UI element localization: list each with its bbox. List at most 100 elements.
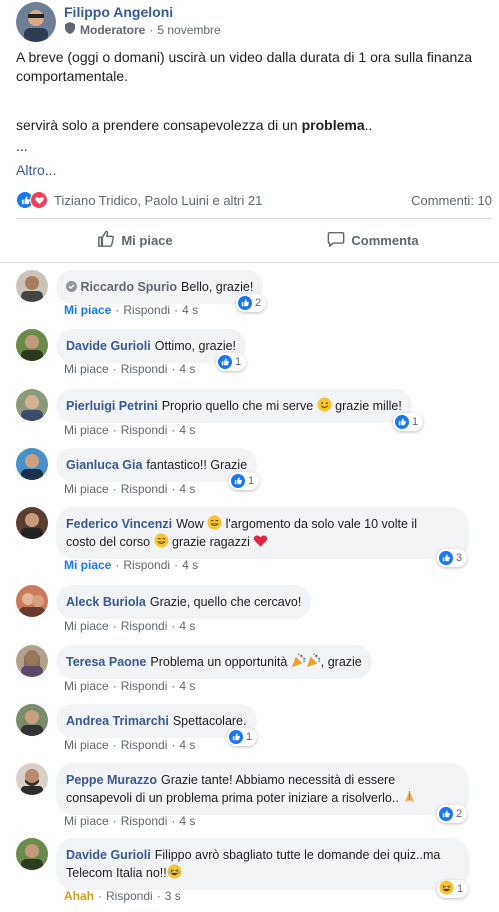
comments-count[interactable]: Commenti: 10 (411, 193, 492, 208)
comment-reply-link[interactable]: Rispondi (121, 362, 168, 376)
comment-reply-link[interactable]: Rispondi (121, 619, 168, 633)
dot-separator: · (174, 558, 179, 572)
comment-text: Grazie, quello che cercavo! (149, 595, 302, 609)
comment-reply-link[interactable]: Rispondi (123, 558, 170, 572)
comment-text: Proprio quello che mi serve (161, 399, 314, 413)
comment-like-link[interactable]: Mi piace (64, 679, 109, 693)
comment-reactions[interactable]: 1 (393, 413, 424, 431)
love-reaction-icon[interactable] (30, 191, 48, 209)
dot-separator: · (112, 362, 117, 376)
comment-actions: Mi piace · Rispondi · 4 s (64, 303, 198, 317)
comment-reactions[interactable]: 2 (236, 294, 267, 312)
comment-reply-link[interactable]: Rispondi (121, 423, 168, 437)
comment-reply-link[interactable]: Rispondi (121, 679, 168, 693)
comment-bubble: Aleck Buriola Grazie, quello che cercavo! (56, 585, 312, 619)
commenter-avatar[interactable] (16, 838, 48, 870)
post-meta: Moderatore · 5 novembre (64, 22, 221, 37)
comment-author[interactable]: Aleck Buriola (66, 595, 146, 609)
comment-reactions[interactable]: 1 (216, 353, 247, 371)
thumbs-up-icon (97, 230, 115, 251)
comment-reply-link[interactable]: Rispondi (121, 482, 168, 496)
commenter-avatar[interactable] (16, 270, 48, 302)
commenter-avatar[interactable] (16, 389, 48, 421)
commenter-avatar[interactable] (16, 763, 48, 795)
reaction-count: 1 (248, 475, 255, 487)
comment-reactions[interactable]: 1 (227, 728, 258, 746)
dot-separator: · (112, 423, 117, 437)
comment-like-link[interactable]: Mi piace (64, 814, 109, 828)
comment-text: Grazie tante! Abbiamo necessità di esser… (161, 773, 396, 787)
reaction-names[interactable]: Tiziano Tridico, Paolo Luini e altri 21 (54, 193, 262, 208)
post-author-name[interactable]: Filippo Angeloni (64, 4, 173, 20)
comment-text: Filippo avrò sbagliato tutte le domande … (154, 848, 441, 862)
post-date[interactable]: 5 novembre (157, 23, 220, 37)
comment-author[interactable]: Andrea Trimarchi (66, 714, 169, 728)
like-button[interactable]: Mi piace (16, 220, 254, 260)
comment-like-link[interactable]: Mi piace (64, 482, 109, 496)
comment-actions: Ahah · Rispondi · 3 s (64, 889, 181, 903)
comment-reply-link[interactable]: Rispondi (106, 889, 153, 903)
comment-like-link[interactable]: Mi piace (64, 303, 111, 317)
commenter-avatar[interactable] (16, 585, 48, 617)
comment-time[interactable]: 4 s (179, 738, 195, 752)
comment-reactions[interactable]: 1 (437, 880, 469, 898)
comment-like-link[interactable]: Mi piace (64, 619, 109, 633)
comment-author[interactable]: Davide Gurioli (66, 848, 151, 862)
moderator-badge[interactable]: Moderatore (80, 23, 145, 37)
commenter-avatar[interactable] (16, 507, 48, 539)
comment-like-link[interactable]: Mi piace (64, 738, 109, 752)
comment-like-link[interactable]: Mi piace (64, 423, 109, 437)
reaction-count: 1 (412, 416, 419, 428)
comment-author[interactable]: Peppe Murazzo (66, 773, 157, 787)
commenter-avatar[interactable] (16, 704, 48, 736)
comment-text: Wow (176, 517, 204, 531)
comment-button-label: Commenta (351, 232, 419, 248)
folded-hands-icon (402, 790, 417, 805)
divider (16, 218, 492, 219)
comment-reply-link[interactable]: Rispondi (123, 303, 170, 317)
comment-time[interactable]: 4 s (182, 558, 198, 572)
comment-time[interactable]: 3 s (165, 889, 181, 903)
comment-like-link[interactable]: Mi piace (64, 558, 111, 572)
red-heart-icon (253, 535, 268, 549)
comment-text-end: grazie mille! (335, 399, 402, 413)
post-actions: Mi piace Commenta (16, 220, 492, 260)
comment-text-cont: l'argomento da solo vale 10 volte il (225, 517, 417, 531)
post-author-avatar[interactable] (16, 2, 56, 42)
comment-bubble: Federico Vincenzi Wow l'argomento da solo… (56, 507, 469, 559)
see-more-link[interactable]: Altro... (16, 162, 56, 178)
comment-reply-link[interactable]: Rispondi (121, 814, 168, 828)
comment-reactions[interactable]: 1 (229, 472, 260, 490)
comment-author[interactable]: Teresa Paone (66, 655, 146, 669)
comment-author[interactable]: Gianluca Gia (66, 458, 142, 472)
comment-time[interactable]: 4 s (179, 482, 195, 496)
dot-separator: · (112, 482, 117, 496)
like-button-label: Mi piace (121, 232, 173, 248)
comment-time[interactable]: 4 s (182, 303, 198, 317)
comment-author[interactable]: Federico Vincenzi (66, 517, 172, 531)
commenter-avatar[interactable] (16, 448, 48, 480)
comment-time[interactable]: 4 s (179, 679, 195, 693)
comment-reply-link[interactable]: Rispondi (121, 738, 168, 752)
comment-reactions[interactable]: 2 (437, 805, 468, 823)
commenter-avatar[interactable] (16, 329, 48, 361)
comment-actions: Mi piace · Rispondi · 4 s (64, 482, 195, 496)
comment-time[interactable]: 4 s (179, 814, 195, 828)
comment-button[interactable]: Commenta (254, 220, 492, 260)
comment-time[interactable]: 4 s (179, 362, 195, 376)
comment-like-link[interactable]: Ahah (64, 889, 94, 903)
commenter-avatar[interactable] (16, 645, 48, 677)
comment-time[interactable]: 4 s (179, 619, 195, 633)
comment-reactions[interactable]: 3 (437, 549, 468, 567)
comment-author[interactable]: Riccardo Spurio (80, 280, 177, 294)
comment-bubble: Peppe Murazzo Grazie tante! Abbiamo neces… (56, 763, 469, 815)
comment-time[interactable]: 4 s (179, 423, 195, 437)
comment-bubble: Riccardo Spurio Bello, grazie! (56, 270, 264, 304)
comment-text-cont: Telecom Italia no!! (66, 866, 167, 880)
grin-emoji-icon (154, 533, 169, 549)
dot-separator: · (115, 558, 120, 572)
reaction-count: 2 (255, 297, 262, 309)
comment-like-link[interactable]: Mi piace (64, 362, 109, 376)
comment-author[interactable]: Davide Gurioli (66, 339, 151, 353)
comment-author[interactable]: Pierluigi Petrini (66, 399, 158, 413)
